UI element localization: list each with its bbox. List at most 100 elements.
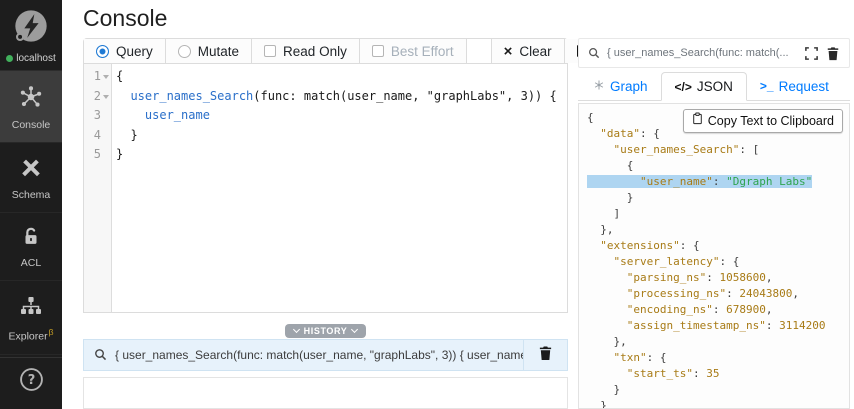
- json-line: "start_ts": 35: [626, 367, 720, 380]
- clear-button[interactable]: × Clear: [491, 39, 565, 64]
- history-entry[interactable]: { user_names_Search(func: match(user_nam…: [83, 338, 568, 371]
- json-line: "server_latency": {: [613, 255, 740, 268]
- result-tabs: Graph </> JSON >_ Request: [578, 72, 850, 101]
- app-window: localhost Console Schema ACL Explorerβ ?…: [0, 0, 854, 409]
- json-line: ]: [587, 207, 621, 220]
- clear-label: Clear: [519, 43, 552, 59]
- fold-placeholder: [103, 114, 109, 118]
- connection-brand[interactable]: localhost: [0, 0, 62, 71]
- history-toggle-button[interactable]: HISTORY: [284, 323, 367, 338]
- content: Query Mutate Read Only Best Effort × Cle…: [62, 38, 854, 409]
- checkbox-icon[interactable]: [264, 45, 277, 58]
- sidebar-item-acl[interactable]: ACL: [0, 213, 62, 281]
- fold-arrow-icon[interactable]: [103, 75, 109, 80]
- editor-line[interactable]: 4 }: [84, 126, 567, 146]
- json-line: "assign_timestamp_ns": 3114200: [626, 319, 826, 332]
- json-line: }: [587, 191, 634, 204]
- chevron-down-icon: [292, 326, 300, 334]
- highlighted-json-value: "user_name": "Dgraph Labs": [587, 175, 813, 188]
- json-line: }: [587, 399, 607, 409]
- delete-history-button[interactable]: [523, 339, 567, 370]
- json-line: },: [587, 223, 614, 236]
- best-effort-label: Best Effort: [390, 43, 454, 59]
- terminal-prompt-icon: >_: [759, 79, 774, 93]
- main-area: Console Query Mutate Read Only Best Effo…: [62, 0, 854, 409]
- clear-x-icon: ×: [503, 42, 513, 60]
- history-toggle-label: HISTORY: [303, 325, 348, 336]
- svg-text:?: ?: [27, 373, 35, 388]
- json-line: },: [587, 335, 627, 348]
- line-number: 3: [84, 106, 111, 126]
- sidebar-item-label: Schema: [11, 189, 51, 201]
- trash-icon: [538, 345, 553, 364]
- clipboard-icon: [692, 112, 703, 129]
- editor-line[interactable]: 1{: [84, 67, 567, 87]
- mutate-mode-label: Mutate: [197, 43, 240, 59]
- result-query-bar[interactable]: { user_names_Search(func: match(...: [578, 38, 850, 68]
- json-line: "parsing_ns": 1058600,: [626, 271, 773, 284]
- editor-line[interactable]: 2 user_names_Search(func: match(user_nam…: [84, 87, 567, 107]
- sidebar-item-explorer[interactable]: Explorerβ: [0, 281, 62, 355]
- fold-placeholder: [103, 153, 109, 157]
- chevron-down-icon: [351, 326, 359, 334]
- sidebar: localhost Console Schema ACL Explorerβ ?: [0, 0, 62, 409]
- beta-badge: β: [48, 327, 54, 337]
- sidebar-item-label: ACL: [20, 257, 42, 269]
- sidebar-item-schema[interactable]: Schema: [0, 143, 62, 213]
- radio-unselected-icon[interactable]: [177, 44, 191, 58]
- query-mode-label: Query: [116, 43, 153, 59]
- fullscreen-button[interactable]: [804, 46, 819, 61]
- question-circle-icon: ?: [19, 367, 44, 397]
- line-number: 5: [84, 145, 111, 165]
- result-panel: { user_names_Search(func: match(... Grap…: [578, 38, 854, 409]
- tab-json[interactable]: </> JSON: [660, 72, 747, 101]
- delete-result-button[interactable]: [826, 46, 840, 61]
- query-mode-radio[interactable]: Query: [84, 39, 166, 64]
- tab-graph[interactable]: Graph: [580, 72, 661, 100]
- dgraph-logo-icon: [12, 7, 50, 50]
- editor-panel: Query Mutate Read Only Best Effort × Cle…: [83, 38, 630, 409]
- search-icon: [94, 348, 107, 361]
- copy-to-clipboard-button[interactable]: Copy Text to Clipboard: [682, 109, 843, 133]
- fold-arrow-icon[interactable]: [103, 94, 109, 99]
- copy-button-label: Copy Text to Clipboard: [707, 113, 834, 128]
- tab-request[interactable]: >_ Request: [747, 72, 842, 100]
- json-line: "encoding_ns": 678900,: [626, 303, 773, 316]
- editor-line[interactable]: 3 user_name: [84, 106, 567, 126]
- mutate-mode-radio[interactable]: Mutate: [165, 39, 253, 64]
- line-number: 1: [84, 67, 111, 87]
- json-line: "processing_ns": 24043800,: [626, 287, 799, 300]
- checkbox-icon[interactable]: [371, 45, 384, 58]
- radio-selected-icon[interactable]: [96, 44, 109, 58]
- result-query-text: { user_names_Search(func: match(...: [607, 47, 789, 59]
- json-line: "user_name": "Dgraph Labs": [587, 174, 841, 190]
- sidebar-item-console[interactable]: Console: [0, 71, 62, 143]
- tree-icon: [19, 294, 43, 321]
- search-icon: [588, 47, 600, 59]
- crossed-tools-icon: [19, 156, 43, 183]
- code-brackets-icon: </>: [674, 79, 692, 94]
- editor-lines: 1{2 user_names_Search(func: match(user_n…: [84, 67, 567, 165]
- json-line: }: [587, 383, 621, 396]
- connection-status-dot: [6, 55, 14, 62]
- editor-line[interactable]: 5}: [84, 145, 567, 165]
- read-only-label: Read Only: [283, 43, 347, 59]
- json-result-viewer[interactable]: Copy Text to Clipboard { "data": { "user…: [578, 103, 850, 409]
- connection-label: localhost: [16, 53, 56, 64]
- best-effort-checkbox[interactable]: Best Effort: [359, 39, 467, 64]
- code-editor[interactable]: 1{2 user_names_Search(func: match(user_n…: [83, 64, 568, 313]
- json-output: { "data": { "user_names_Search": [ { "us…: [587, 110, 841, 409]
- history-entry[interactable]: [83, 376, 568, 409]
- fold-placeholder: [103, 134, 109, 138]
- open-lock-icon: [20, 226, 42, 251]
- tab-label: Graph: [610, 78, 648, 94]
- line-number: 4: [84, 126, 111, 146]
- tab-label: Request: [778, 78, 829, 94]
- sidebar-item-label: Console: [11, 119, 51, 131]
- json-line: "user_names_Search": [: [613, 143, 760, 156]
- query-toolbar: Query Mutate Read Only Best Effort × Cle…: [83, 38, 630, 65]
- graph-network-icon: [593, 79, 605, 94]
- read-only-checkbox[interactable]: Read Only: [252, 39, 360, 64]
- toolbar-spacer: [466, 39, 492, 64]
- help-button[interactable]: ?: [0, 357, 62, 409]
